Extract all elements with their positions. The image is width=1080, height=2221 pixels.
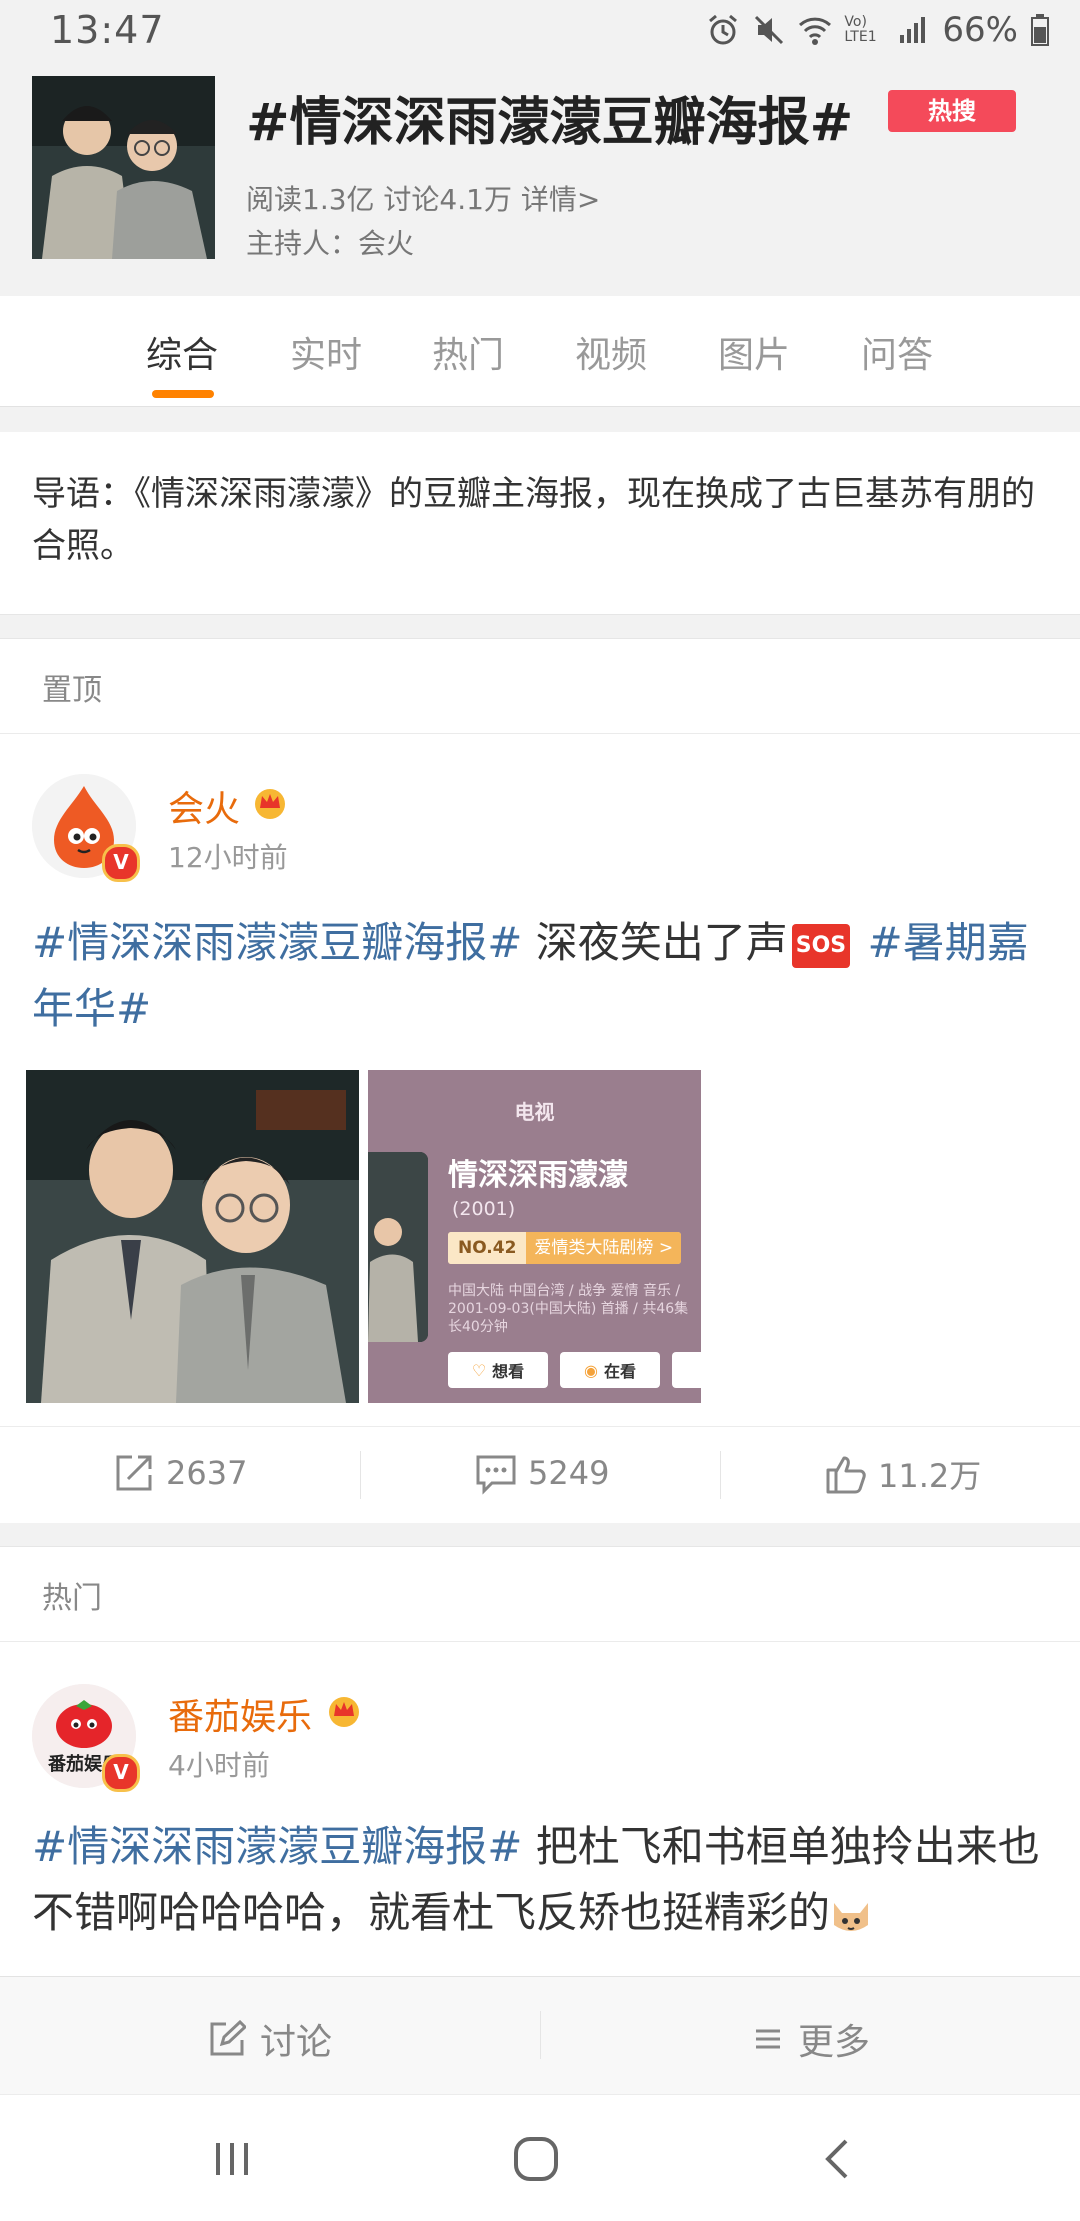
- target-icon: ◉: [584, 1360, 598, 1380]
- discuss-label: 讨论: [260, 2022, 333, 2063]
- post-image-2[interactable]: 电视 情深深雨濛濛 (2001) NO.42 爱情类大陆剧榜 > 中国大陆 中国…: [368, 1070, 701, 1403]
- poster-thumb-illustration: [368, 1152, 428, 1342]
- topic-cover-image[interactable]: [32, 76, 215, 259]
- card-year: (2001): [452, 1198, 516, 1220]
- topic-hashtag-link[interactable]: #情深深雨濛濛豆瓣海报#: [32, 918, 522, 967]
- crown-icon: [329, 1697, 359, 1727]
- hot-post: 番茄娱乐 V 番茄娱乐 4小时前 #情深深雨濛濛豆瓣海报# 把杜飞和书桓单独拎出…: [0, 1642, 1080, 1976]
- repost-button[interactable]: 2637: [112, 1451, 247, 1495]
- recent-apps-icon[interactable]: [210, 2137, 254, 2181]
- card-rank-number: NO.42: [448, 1232, 527, 1264]
- card-meta-line-1: 中国大陆 中国台湾 / 战争 爱情 音乐 /: [448, 1283, 681, 1299]
- verified-badge-icon: V: [102, 1754, 140, 1792]
- sos-emoji: SOS: [791, 923, 851, 968]
- card-meta: 中国大陆 中国台湾 / 战争 爱情 音乐 / 2001-09-03(中国大陆) …: [448, 1282, 701, 1336]
- topic-title: #情深深雨濛濛豆瓣海报#: [246, 93, 854, 153]
- topic-intro: 导语：《情深深雨濛濛》的豆瓣主海报，现在换成了古巨基苏有朋的合照。: [0, 432, 1080, 615]
- mute-icon: [755, 15, 784, 45]
- photo-two-men-illustration: [26, 1070, 359, 1403]
- card-category: 电视: [514, 1100, 555, 1124]
- wifi-icon: [799, 17, 832, 45]
- back-icon[interactable]: [818, 2137, 862, 2181]
- comment-icon: [476, 1455, 516, 1495]
- post-text: #情深深雨濛濛豆瓣海报# 把杜飞和书桓单独拎出来也不错啊哈哈哈哈，就看杜飞反矫也…: [32, 1814, 1052, 1946]
- bottom-divider: [540, 2011, 541, 2059]
- crown-icon: [255, 789, 285, 819]
- cat-emoji-icon: [834, 1902, 869, 1931]
- pinned-post: V 会火 12小时前 #情深深雨濛濛豆瓣海报# 深夜笑出了声 SOS #暑期嘉年华…: [0, 734, 1080, 1426]
- card-rank-label: 爱情类大陆剧榜 >: [526, 1232, 682, 1264]
- hot-label: 热门: [42, 1581, 102, 1616]
- action-divider: [360, 1451, 361, 1499]
- battery-icon: [1031, 14, 1049, 46]
- tab-qa[interactable]: 问答: [861, 326, 933, 378]
- edit-icon: [210, 2020, 246, 2056]
- post-username[interactable]: 会火: [168, 780, 240, 832]
- comment-count: 5249: [528, 1454, 610, 1492]
- system-nav-bar: [0, 2094, 1080, 2221]
- post-username[interactable]: 番茄娱乐: [168, 1688, 312, 1740]
- tab-images[interactable]: 图片: [718, 326, 790, 378]
- action-divider: [720, 1451, 721, 1499]
- hot-search-badge[interactable]: 热搜: [888, 90, 1016, 132]
- post-time: 12小时前: [168, 841, 288, 874]
- menu-icon: [756, 2029, 780, 2049]
- like-button[interactable]: 11.2万: [824, 1451, 981, 1497]
- post-action-bar: 2637 5249 11.2万: [0, 1426, 1080, 1523]
- card-want-button: ♡ 想看: [448, 1352, 548, 1388]
- bottom-action-bar: 讨论 更多: [0, 1976, 1080, 2095]
- tab-realtime[interactable]: 实时: [290, 326, 362, 378]
- more-button[interactable]: 更多: [752, 2013, 870, 2065]
- signal-icon: [900, 17, 926, 43]
- post-image-1[interactable]: [26, 1070, 359, 1403]
- status-bar: 13:47 Vo) LTE1 66%: [0, 0, 1080, 62]
- topic-stats[interactable]: 阅读1.3亿 讨论4.1万 详情>: [246, 178, 600, 218]
- card-rank: NO.42 爱情类大陆剧榜 >: [448, 1232, 682, 1264]
- like-count: 11.2万: [878, 1457, 982, 1495]
- topic-host: 主持人：会火: [246, 227, 415, 260]
- alarm-icon: [709, 14, 738, 45]
- more-label: 更多: [798, 2022, 871, 2063]
- home-icon[interactable]: [512, 2135, 560, 2183]
- cover-photo-illustration: [32, 76, 215, 259]
- intro-text: 导语：《情深深雨濛濛》的豆瓣主海报，现在换成了古巨基苏有朋的合照。: [32, 474, 1035, 566]
- tab-hot[interactable]: 热门: [432, 326, 504, 378]
- card-want-label: 想看: [492, 1362, 525, 1381]
- card-meta-line-3: 长40分钟: [448, 1319, 508, 1335]
- card-more-button: [672, 1352, 701, 1388]
- tab-video[interactable]: 视频: [575, 326, 647, 378]
- card-poster-thumb: [368, 1152, 428, 1342]
- hot-section-header: 热门: [0, 1546, 1080, 1642]
- comment-button[interactable]: 5249: [474, 1451, 609, 1495]
- post-body-text: 深夜笑出了声: [522, 918, 788, 967]
- status-time: 13:47: [50, 8, 165, 52]
- verified-badge-icon: V: [102, 844, 140, 882]
- card-watching-button: ◉ 在看: [560, 1352, 660, 1388]
- tab-comprehensive[interactable]: 综合: [146, 326, 218, 378]
- pinned-section-header: 置顶: [0, 638, 1080, 734]
- active-tab-indicator: [152, 390, 214, 398]
- battery-percent: 66%: [942, 10, 1018, 50]
- card-meta-line-2: 2001-09-03(中国大陆) 首播 / 共46集: [448, 1301, 689, 1317]
- repost-icon: [116, 1455, 152, 1491]
- topic-header: #情深深雨濛濛豆瓣海报# 热搜 阅读1.3亿 讨论4.1万 详情> 主持人：会火: [0, 62, 1080, 296]
- tab-bar: 综合 实时 热门 视频 图片 问答: [0, 296, 1080, 407]
- card-title: 情深深雨濛濛: [448, 1158, 628, 1193]
- network-label: Vo) LTE1: [844, 14, 877, 45]
- post-text: #情深深雨濛濛豆瓣海报# 深夜笑出了声 SOS #暑期嘉年华#: [32, 910, 1052, 1042]
- card-watching-label: 在看: [603, 1362, 636, 1381]
- heart-icon: ♡: [471, 1360, 487, 1380]
- discuss-button[interactable]: 讨论: [208, 2013, 332, 2065]
- status-icons: Vo) LTE1 66%: [706, 10, 1050, 50]
- thumbs-up-icon: [826, 1456, 866, 1494]
- post-time: 4小时前: [168, 1749, 270, 1782]
- topic-hashtag-link[interactable]: #情深深雨濛濛豆瓣海报#: [32, 1822, 522, 1871]
- pinned-label: 置顶: [42, 673, 102, 708]
- repost-count: 2637: [166, 1454, 248, 1492]
